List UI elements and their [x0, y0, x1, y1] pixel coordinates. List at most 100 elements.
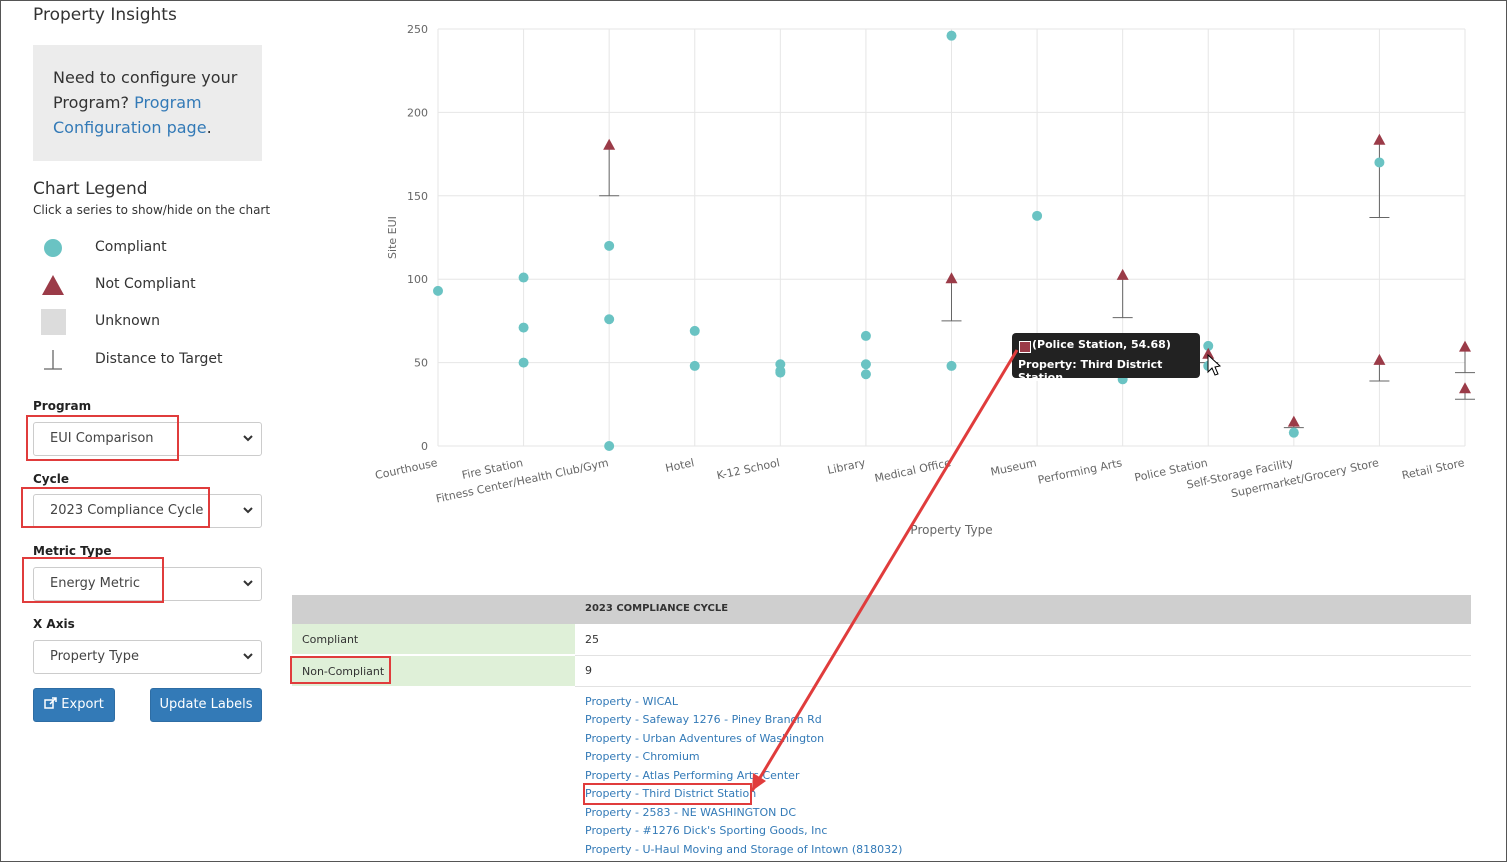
- tooltip-property-label: Property: Third District Station: [1018, 358, 1163, 384]
- property-link[interactable]: Property - Atlas Performing Arts Center: [585, 769, 799, 782]
- compliant-point: [689, 360, 700, 371]
- compliant-point: [1288, 427, 1299, 438]
- chevron-down-icon: [243, 653, 253, 660]
- x-tick-label: Museum: [989, 456, 1037, 478]
- chevron-down-icon: [243, 507, 253, 514]
- y-axis-title: Site EUI: [386, 216, 399, 259]
- property-link[interactable]: Property - Chromium: [585, 750, 700, 763]
- compliant-point: [433, 285, 443, 296]
- y-tick-label: 150: [407, 190, 428, 203]
- compliant-point: [1374, 157, 1385, 168]
- property-link[interactable]: Property - 2583 - NE WASHINGTON DC: [585, 806, 796, 819]
- x-axis-select-value: Property Type: [50, 649, 140, 664]
- compliant-point: [860, 369, 871, 380]
- x-tick-label: Courthouse: [374, 456, 439, 482]
- x-tick-label: Performing Arts: [1037, 456, 1124, 487]
- program-select[interactable]: EUI Comparison: [33, 422, 262, 456]
- chevron-down-icon: [243, 580, 253, 587]
- tooltip-point-label: (Police Station, 54.68): [1032, 338, 1171, 351]
- row-divider: [575, 686, 1471, 687]
- property-link[interactable]: Property - Safeway 1276 - Piney Branch R…: [585, 713, 822, 726]
- legend-item-compliant[interactable]: Compliant: [33, 233, 273, 263]
- legend-label: Unknown: [95, 313, 160, 329]
- x-tick-label: K-12 School: [716, 456, 781, 482]
- table-header-cycle: 2023 COMPLIANCE CYCLE: [585, 603, 729, 614]
- program-label: Program: [33, 399, 92, 413]
- square-icon: [41, 309, 66, 335]
- y-tick-label: 100: [407, 273, 428, 286]
- x-tick-label: Medical Office: [873, 456, 952, 485]
- x-tick-label: Supermarket/Grocery Store: [1230, 456, 1380, 500]
- property-link[interactable]: Property - Urban Adventures of Washingto…: [585, 732, 824, 745]
- triangle-icon: [42, 275, 64, 295]
- update-labels-button-label: Update Labels: [159, 697, 253, 712]
- export-button[interactable]: Export: [33, 688, 115, 722]
- cycle-select[interactable]: 2023 Compliance Cycle: [33, 494, 262, 528]
- target-line-icon: [44, 350, 62, 370]
- compliant-point: [860, 359, 871, 370]
- property-link[interactable]: Property - WICAL: [585, 695, 678, 708]
- compliant-point: [518, 322, 529, 333]
- compliant-point: [1203, 360, 1214, 371]
- legend-item-not-compliant[interactable]: Not Compliant: [33, 270, 273, 300]
- not-compliant-point: [1287, 415, 1300, 427]
- metric-type-label: Metric Type: [33, 544, 112, 558]
- compliant-point: [604, 314, 615, 325]
- tooltip-swatch: [1019, 341, 1031, 353]
- cycle-select-value: 2023 Compliance Cycle: [50, 503, 204, 518]
- property-link[interactable]: Property - Third District Station: [585, 787, 756, 800]
- metric-type-select[interactable]: Energy Metric: [33, 567, 262, 601]
- cycle-label: Cycle: [33, 472, 69, 486]
- compliant-point: [946, 30, 957, 41]
- legend-label: Compliant: [95, 239, 167, 255]
- x-tick-label: Hotel: [664, 456, 695, 475]
- x-axis-label: X Axis: [33, 617, 75, 631]
- compliant-point: [1032, 210, 1043, 221]
- not-compliant-point: [1459, 382, 1471, 394]
- property-link[interactable]: Property - #1276 Dick's Sporting Goods, …: [585, 824, 827, 837]
- legend-title: Chart Legend: [33, 179, 148, 199]
- circle-icon: [44, 239, 62, 257]
- compliant-count: 25: [585, 633, 599, 646]
- non-compliant-count: 9: [585, 664, 592, 677]
- x-axis-select[interactable]: Property Type: [33, 640, 262, 674]
- not-compliant-point: [1116, 268, 1129, 280]
- table-header: 2023 COMPLIANCE CYCLE: [292, 595, 1471, 624]
- row-divider: [575, 655, 1471, 656]
- y-tick-label: 200: [407, 106, 428, 119]
- compliant-point: [518, 272, 529, 283]
- not-compliant-point: [1373, 353, 1386, 365]
- export-icon: [44, 697, 57, 709]
- legend-item-distance-to-target[interactable]: Distance to Target: [33, 345, 273, 375]
- not-compliant-point: [603, 138, 616, 150]
- export-button-label: Export: [61, 697, 104, 712]
- x-tick-label: Retail Store: [1401, 456, 1466, 482]
- legend-item-unknown[interactable]: Unknown: [33, 307, 273, 337]
- compliant-point: [860, 330, 871, 341]
- config-notice: Need to configure your Program? Program …: [33, 45, 262, 161]
- compliant-point: [775, 367, 786, 378]
- config-notice-suffix: .: [206, 118, 212, 137]
- not-compliant-point: [1202, 347, 1215, 359]
- property-link[interactable]: Property - U-Haul Moving and Storage of …: [585, 843, 902, 856]
- legend-label: Not Compliant: [95, 276, 196, 292]
- metric-type-select-value: Energy Metric: [50, 576, 141, 591]
- table-row-compliant-label: Compliant: [292, 624, 575, 654]
- row-label: Non-Compliant: [302, 665, 385, 678]
- legend-label: Distance to Target: [95, 351, 223, 367]
- x-tick-label: Library: [826, 456, 867, 477]
- scatter-chart: 050100150200250Courthouse Fire StationFit…: [374, 23, 1475, 537]
- not-compliant-point: [1373, 133, 1386, 145]
- not-compliant-point: [1459, 340, 1471, 352]
- y-tick-label: 50: [414, 357, 428, 370]
- compliant-point: [946, 360, 957, 371]
- chart-tooltip: (Police Station, 54.68) Property: Third …: [1012, 333, 1200, 384]
- compliant-point: [604, 240, 615, 251]
- y-tick-label: 250: [407, 23, 428, 36]
- table-row-non-compliant-label: Non-Compliant: [292, 656, 575, 686]
- update-labels-button[interactable]: Update Labels: [150, 688, 262, 722]
- compliant-point: [689, 325, 700, 336]
- not-compliant-point: [945, 272, 958, 284]
- program-select-value: EUI Comparison: [50, 431, 154, 446]
- row-label: Compliant: [302, 633, 359, 646]
